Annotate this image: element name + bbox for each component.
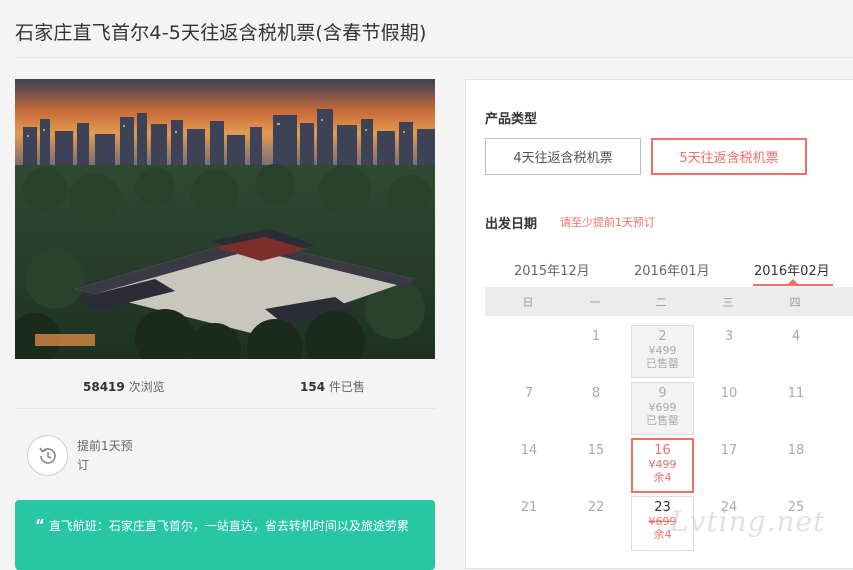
- month-tab-2015-12[interactable]: 2015年12月: [514, 260, 590, 279]
- calendar-day-3: 3: [724, 329, 734, 344]
- calendar-day-7: 7: [524, 386, 534, 401]
- calendar-day-4: 4: [791, 329, 801, 344]
- day-price: ¥699: [648, 401, 677, 414]
- day-status: 余4: [653, 471, 672, 484]
- sold-stat: 154 件已售: [300, 378, 365, 395]
- product-option-5day[interactable]: 5天往返含税机票: [651, 138, 807, 175]
- product-option-4day[interactable]: 4天往返含税机票: [485, 138, 641, 175]
- quote-icon: “: [35, 516, 45, 534]
- sold-label: 件已售: [325, 380, 365, 394]
- weekday-wed: 三: [722, 296, 734, 309]
- calendar-day-15: 15: [587, 443, 605, 458]
- calendar-day-1: 1: [591, 329, 601, 344]
- product-photo: [15, 79, 435, 359]
- product-type-label: 产品类型: [485, 112, 538, 127]
- views-label: 次浏览: [124, 380, 165, 394]
- views-stat: 58419 次浏览: [83, 378, 165, 395]
- day-status: 已售罄: [646, 357, 679, 370]
- day-status: 余4: [653, 528, 672, 541]
- calendar-day-21: 21: [520, 500, 538, 515]
- calendar-day-8: 8: [591, 386, 601, 401]
- weekday-tue: 二: [655, 296, 667, 309]
- month-tab-2016-01[interactable]: 2016年01月: [634, 260, 710, 279]
- weekday-thu: 四: [789, 296, 801, 309]
- stats-divider: [15, 408, 435, 409]
- day-number: 9: [658, 386, 667, 401]
- calendar-day-18: 18: [787, 443, 805, 458]
- departure-date-label: 出发日期: [485, 217, 538, 232]
- page-title: 石家庄直飞首尔4-5天往返含税机票(含春节假期): [15, 22, 427, 44]
- sold-count: 154: [300, 380, 326, 394]
- calendar-day-17: 17: [720, 443, 738, 458]
- day-price: ¥699: [648, 515, 677, 528]
- views-count: 58419: [83, 380, 125, 394]
- weekday-mon: 一: [589, 296, 601, 309]
- active-month-underline: [753, 284, 833, 286]
- calendar-day-16[interactable]: 16 ¥499 余4: [631, 438, 694, 493]
- calendar-day-23[interactable]: 23 ¥699 余4: [631, 496, 694, 551]
- day-number: 16: [654, 443, 671, 458]
- day-price: ¥499: [648, 344, 677, 357]
- calendar-day-2: 2 ¥499 已售罄: [631, 325, 694, 378]
- calendar-day-22: 22: [587, 500, 605, 515]
- booking-panel: 产品类型 4天往返含税机票 5天往返含税机票 出发日期 请至少提前1天预订 20…: [465, 79, 853, 569]
- day-number: 2: [658, 329, 667, 344]
- flight-info-text: 直飞航班：石家庄直飞首尔，一站直达，省去转机时间以及旅途劳累: [48, 519, 409, 533]
- weekday-header: 日 一 二 三 四: [485, 287, 853, 316]
- date-hint: 请至少提前1天预订: [560, 216, 655, 229]
- title-divider: [15, 57, 853, 58]
- flight-info-box: “直飞航班：石家庄直飞首尔，一站直达，省去转机时间以及旅途劳累: [15, 500, 435, 570]
- calendar-day-11: 11: [787, 386, 805, 401]
- calendar-day-9: 9 ¥699 已售罄: [631, 382, 694, 435]
- calendar-day-10: 10: [720, 386, 738, 401]
- advance-booking-note: 提前1天预订: [77, 439, 133, 472]
- calendar-day-14: 14: [520, 443, 538, 458]
- day-number: 23: [654, 500, 671, 515]
- calendar-day-25: 25: [787, 500, 805, 515]
- calendar-day-24: 24: [720, 500, 738, 515]
- month-tab-2016-02[interactable]: 2016年02月: [754, 260, 830, 279]
- day-status: 已售罄: [646, 414, 679, 427]
- clock-icon: [27, 435, 68, 476]
- day-price: ¥499: [648, 458, 677, 471]
- weekday-sun: 日: [522, 296, 534, 309]
